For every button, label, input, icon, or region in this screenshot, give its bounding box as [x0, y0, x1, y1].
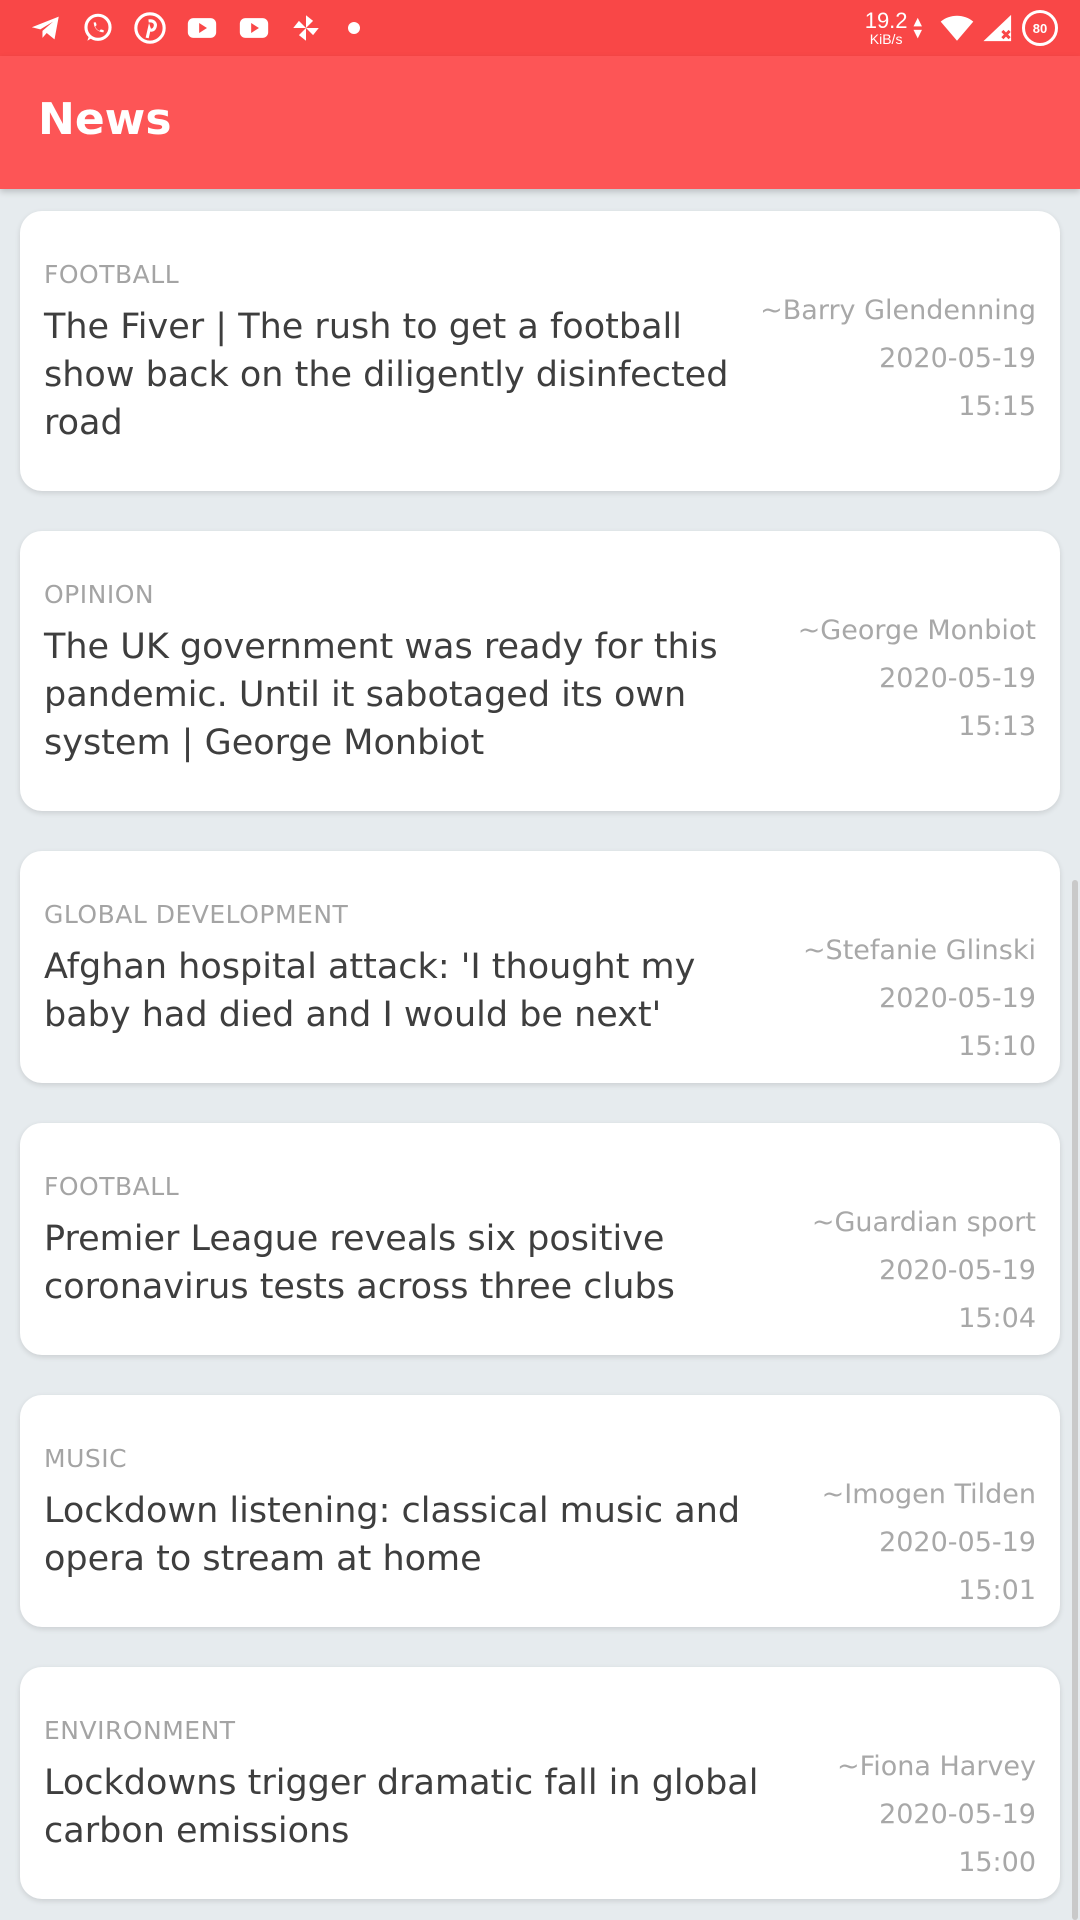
news-card[interactable]: GLOBAL DEVELOPMENT Afghan hospital attac…	[20, 851, 1060, 1083]
news-meta: ~Guardian sport 2020-05-19 15:04	[736, 1199, 1036, 1343]
youtube-icon	[236, 10, 272, 46]
news-headline: Premier League reveals six positive coro…	[44, 1219, 675, 1307]
news-meta: ~Imogen Tilden 2020-05-19 15:01	[736, 1471, 1036, 1615]
news-meta: ~Fiona Harvey 2020-05-19 15:00	[736, 1743, 1036, 1887]
network-speed-value: 19.2	[864, 8, 908, 33]
news-category: GLOBAL DEVELOPMENT	[44, 900, 349, 929]
news-card-content: MUSIC Lockdown listening: classical musi…	[44, 1443, 764, 1583]
news-date: 2020-05-19	[879, 1799, 1036, 1830]
more-notifications-dot	[348, 22, 360, 34]
news-time: 15:00	[958, 1847, 1036, 1878]
network-speed-unit: KiB/s	[869, 31, 903, 47]
news-time: 15:10	[958, 1031, 1036, 1062]
news-category: ENVIRONMENT	[44, 1716, 236, 1745]
scrollbar[interactable]	[1072, 880, 1078, 1920]
news-card[interactable]: MUSIC Lockdown listening: classical musi…	[20, 1395, 1060, 1627]
cell-signal-icon	[982, 13, 1014, 43]
news-author: ~Fiona Harvey	[837, 1751, 1036, 1782]
app-bar: News	[0, 56, 1080, 189]
system-status: 19.2 KiB/s ▲ ▼ 80	[865, 6, 1058, 50]
news-card[interactable]: FOOTBALL The Fiver | The rush to get a f…	[20, 211, 1060, 491]
news-card[interactable]: FOOTBALL Premier League reveals six posi…	[20, 1123, 1060, 1355]
news-meta: ~Stefanie Glinski 2020-05-19 15:10	[736, 927, 1036, 1071]
news-author: ~Imogen Tilden	[821, 1479, 1036, 1510]
news-headline: The UK government was ready for this pan…	[44, 627, 718, 763]
news-card-content: FOOTBALL Premier League reveals six posi…	[44, 1171, 764, 1311]
news-date: 2020-05-19	[879, 663, 1036, 694]
battery-icon: 80	[1022, 10, 1058, 46]
telegram-icon	[28, 10, 64, 46]
news-card-content: FOOTBALL The Fiver | The rush to get a f…	[44, 259, 764, 447]
news-card-content: ENVIRONMENT Lockdowns trigger dramatic f…	[44, 1715, 764, 1855]
news-date: 2020-05-19	[879, 343, 1036, 374]
news-card-content: OPINION The UK government was ready for …	[44, 579, 764, 767]
news-card-content: GLOBAL DEVELOPMENT Afghan hospital attac…	[44, 899, 764, 1039]
news-category: FOOTBALL	[44, 1172, 180, 1201]
youtube-icon	[184, 10, 220, 46]
news-date: 2020-05-19	[879, 1255, 1036, 1286]
news-date: 2020-05-19	[879, 983, 1036, 1014]
news-headline: The Fiver | The rush to get a football s…	[44, 307, 729, 443]
news-time: 15:15	[958, 391, 1036, 422]
pinterest-icon	[132, 10, 168, 46]
news-author: ~Barry Glendenning	[760, 295, 1036, 326]
news-category: OPINION	[44, 580, 155, 609]
news-date: 2020-05-19	[879, 1527, 1036, 1558]
news-time: 15:04	[958, 1303, 1036, 1334]
network-speed: 19.2 KiB/s	[864, 8, 908, 47]
news-category: FOOTBALL	[44, 260, 180, 289]
page-title: News	[38, 94, 172, 145]
news-meta: ~Barry Glendenning 2020-05-19 15:15	[736, 287, 1036, 431]
news-headline: Afghan hospital attack: 'I thought my ba…	[44, 947, 696, 1035]
pinwheel-icon	[288, 10, 324, 46]
news-feed[interactable]: FOOTBALL The Fiver | The rush to get a f…	[0, 189, 1080, 1920]
news-author: ~Guardian sport	[811, 1207, 1036, 1238]
news-author: ~George Monbiot	[797, 615, 1036, 646]
news-headline: Lockdowns trigger dramatic fall in globa…	[44, 1763, 759, 1851]
data-activity-icon: ▲ ▼	[913, 15, 922, 40]
news-time: 15:13	[958, 711, 1036, 742]
news-category: MUSIC	[44, 1444, 128, 1473]
news-card[interactable]: OPINION The UK government was ready for …	[20, 531, 1060, 811]
whatsapp-icon	[80, 10, 116, 46]
status-bar: 19.2 KiB/s ▲ ▼ 80	[0, 0, 1080, 56]
news-headline: Lockdown listening: classical music and …	[44, 1491, 741, 1579]
notification-icons	[28, 8, 360, 48]
news-time: 15:01	[958, 1575, 1036, 1606]
news-author: ~Stefanie Glinski	[802, 935, 1036, 966]
news-card[interactable]: ENVIRONMENT Lockdowns trigger dramatic f…	[20, 1667, 1060, 1899]
news-meta: ~George Monbiot 2020-05-19 15:13	[736, 607, 1036, 751]
wifi-icon	[940, 13, 974, 43]
